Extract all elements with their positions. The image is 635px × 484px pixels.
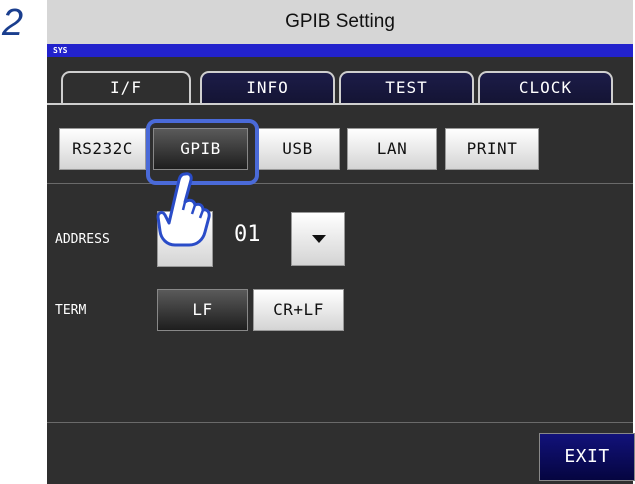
address-value: 01 bbox=[234, 222, 261, 247]
tab-divider bbox=[47, 103, 633, 105]
tab-clock[interactable]: CLOCK bbox=[478, 71, 613, 103]
divider-top bbox=[47, 183, 633, 184]
tab-test[interactable]: TEST bbox=[339, 71, 474, 103]
triangle-down-icon bbox=[312, 235, 326, 243]
address-down-button[interactable] bbox=[291, 212, 345, 266]
divider-bottom bbox=[47, 422, 633, 423]
print-button[interactable]: PRINT bbox=[445, 128, 539, 170]
term-crlf-button[interactable]: CR+LF bbox=[253, 289, 344, 331]
window-title: GPIB Setting bbox=[47, 0, 633, 44]
address-label: ADDRESS bbox=[55, 232, 110, 247]
pointing-hand-icon bbox=[156, 172, 211, 247]
screen: I/F INFO TEST CLOCK RS232C GPIB USB LAN … bbox=[47, 57, 635, 484]
usb-button[interactable]: USB bbox=[255, 128, 340, 170]
term-lf-button[interactable]: LF bbox=[157, 289, 248, 331]
rs232c-button[interactable]: RS232C bbox=[59, 128, 146, 170]
term-label: TERM bbox=[55, 303, 87, 318]
sys-label: SYS bbox=[47, 44, 633, 57]
exit-button[interactable]: EXIT bbox=[539, 433, 635, 481]
tab-info[interactable]: INFO bbox=[200, 71, 335, 103]
lan-button[interactable]: LAN bbox=[347, 128, 437, 170]
step-number: 2 bbox=[2, 2, 24, 44]
tab-if[interactable]: I/F bbox=[61, 71, 191, 103]
